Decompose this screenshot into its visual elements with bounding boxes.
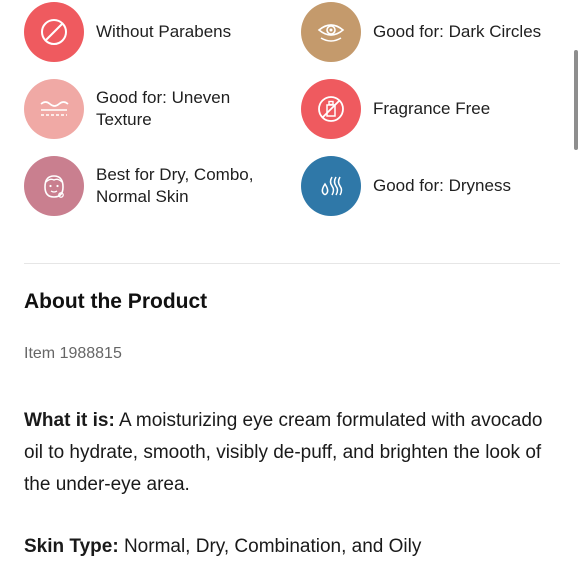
highlight-fragrance-free: Fragrance Free bbox=[301, 79, 490, 139]
dryness-icon bbox=[301, 156, 361, 216]
highlight-label: Fragrance Free bbox=[373, 99, 491, 118]
what-it-is-description: What it is: A moisturizing eye cream for… bbox=[24, 405, 554, 501]
about-section-title: About the Product bbox=[24, 290, 208, 313]
section-divider bbox=[24, 263, 560, 264]
skin-type-text: Normal, Dry, Combination, and Oily bbox=[118, 536, 422, 557]
vertical-scrollbar[interactable] bbox=[574, 50, 578, 150]
eye-icon bbox=[301, 2, 361, 62]
highlight-dryness: Good for: Dryness bbox=[301, 156, 511, 216]
highlight-without-parabens: Without Parabens bbox=[24, 2, 231, 62]
face-icon bbox=[24, 156, 84, 216]
highlight-uneven-texture: Good for: Uneven Texture bbox=[24, 79, 256, 139]
highlight-label: Good for: Dark Circles bbox=[373, 22, 542, 41]
texture-icon bbox=[24, 79, 84, 139]
highlight-label: Good for: Dryness bbox=[373, 176, 511, 195]
no-fragrance-icon bbox=[301, 79, 361, 139]
skin-type-description: Skin Type: Normal, Dry, Combination, and… bbox=[24, 531, 554, 563]
highlight-label: Without Parabens bbox=[96, 22, 232, 41]
highlight-dark-circles: Good for: Dark Circles bbox=[301, 2, 541, 62]
highlight-skin-types: Best for Dry, Combo, Normal Skin bbox=[24, 156, 276, 216]
highlight-label: Best for Dry, Combo, Normal Skin bbox=[96, 165, 254, 206]
no-parabens-icon bbox=[24, 2, 84, 62]
skin-type-label: Skin Type: bbox=[24, 536, 119, 557]
item-number: Item 1988815 bbox=[24, 345, 122, 362]
product-page: Without Parabens Good for: Dark Circles bbox=[0, 0, 580, 580]
what-it-is-label: What it is: bbox=[24, 410, 115, 431]
highlight-label: Good for: Uneven Texture bbox=[96, 88, 231, 129]
